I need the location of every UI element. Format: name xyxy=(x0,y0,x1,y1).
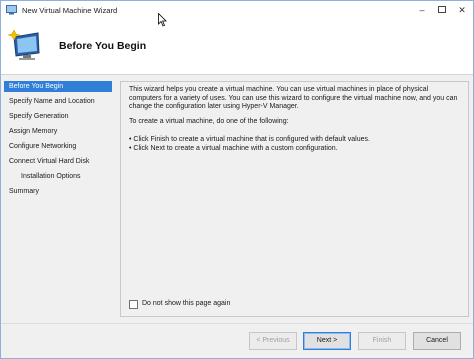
virtual-machine-icon xyxy=(8,29,40,60)
next-button[interactable]: Next > xyxy=(303,332,351,350)
nav-item-installation-options[interactable]: Installation Options xyxy=(4,171,112,182)
instruction-text: To create a virtual machine, do one of t… xyxy=(129,118,289,125)
wizard-window: New Virtual Machine Wizard – ✕ Before Yo… xyxy=(0,0,474,359)
cancel-button[interactable]: Cancel xyxy=(413,332,461,350)
maximize-button[interactable] xyxy=(433,3,451,17)
bullet-finish: • Click Finish to create a virtual machi… xyxy=(129,136,370,143)
page-title: Before You Begin xyxy=(59,40,147,52)
nav-item-summary[interactable]: Summary xyxy=(4,186,112,197)
do-not-show-label[interactable]: Do not show this page again xyxy=(142,300,230,307)
finish-button[interactable]: Finish xyxy=(358,332,406,350)
nav-item-specify-name-and-location[interactable]: Specify Name and Location xyxy=(4,96,112,107)
hyper-v-vm-icon xyxy=(6,5,17,15)
window-title: New Virtual Machine Wizard xyxy=(22,6,118,15)
maximize-icon xyxy=(438,6,446,13)
bullet-next: • Click Next to create a virtual machine… xyxy=(129,145,338,152)
do-not-show-checkbox[interactable] xyxy=(129,300,138,309)
minimize-button[interactable]: – xyxy=(413,3,431,17)
button-bar: < Previous Next > Finish Cancel xyxy=(1,323,473,358)
nav-item-before-you-begin[interactable]: Before You Begin xyxy=(4,81,112,92)
mouse-cursor-icon xyxy=(158,13,167,27)
previous-button[interactable]: < Previous xyxy=(249,332,297,350)
nav-item-connect-virtual-hard-disk[interactable]: Connect Virtual Hard Disk xyxy=(4,156,112,167)
nav-item-configure-networking[interactable]: Configure Networking xyxy=(4,141,112,152)
close-button[interactable]: ✕ xyxy=(453,3,471,17)
wizard-body: Before You Begin Specify Name and Locati… xyxy=(1,75,473,323)
nav-item-specify-generation[interactable]: Specify Generation xyxy=(4,111,112,122)
wizard-header: Before You Begin xyxy=(1,21,473,75)
title-bar[interactable]: New Virtual Machine Wizard – ✕ xyxy=(1,1,473,21)
nav-item-assign-memory[interactable]: Assign Memory xyxy=(4,126,112,137)
content-panel: This wizard helps you create a virtual m… xyxy=(120,81,469,317)
intro-text: This wizard helps you create a virtual m… xyxy=(129,86,458,111)
